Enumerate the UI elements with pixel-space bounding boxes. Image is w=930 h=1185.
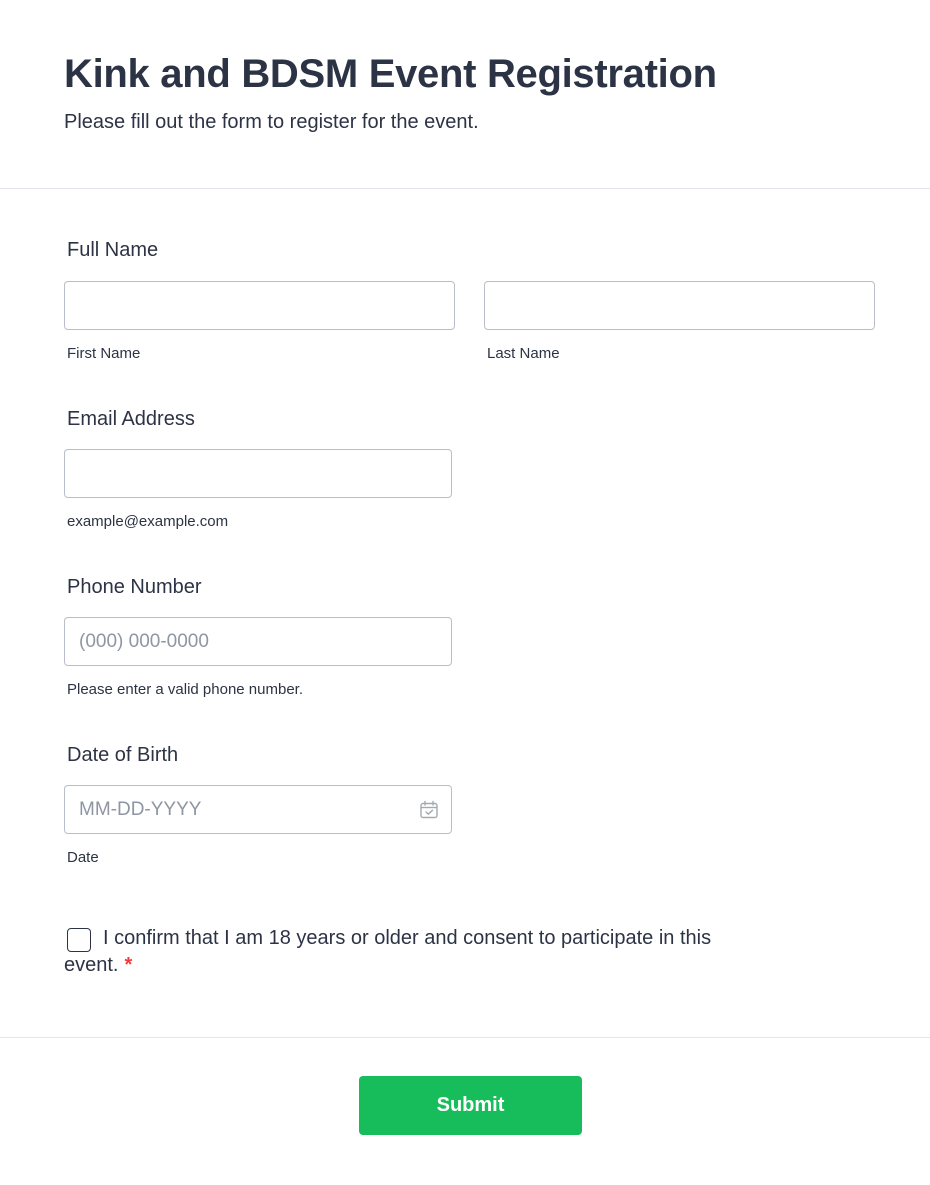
calendar-icon[interactable] (419, 800, 439, 820)
phone-label: Phone Number (67, 576, 202, 598)
page-title: Kink and BDSM Event Registration (64, 52, 717, 96)
dob-sublabel: Date (67, 849, 99, 866)
form-header: Kink and BDSM Event Registration Please … (0, 0, 930, 189)
dob-label: Date of Birth (67, 744, 179, 766)
first-name-sublabel: First Name (67, 345, 141, 362)
full-name-label: Full Name (67, 239, 159, 261)
submit-button[interactable]: Submit (359, 1076, 582, 1135)
consent-text-continued: event. * (64, 954, 132, 977)
last-name-sublabel: Last Name (487, 345, 560, 362)
consent-text-end: event. (64, 954, 119, 976)
consent-checkbox[interactable] (67, 928, 91, 952)
email-label: Email Address (67, 408, 195, 430)
footer-divider (0, 1037, 930, 1038)
consent-text: I confirm that I am 18 years or older an… (103, 927, 712, 949)
dob-input[interactable] (64, 785, 452, 834)
first-name-input[interactable] (64, 281, 455, 330)
last-name-input[interactable] (484, 281, 875, 330)
phone-input[interactable] (64, 617, 452, 666)
email-sublabel: example@example.com (67, 513, 229, 530)
phone-sublabel: Please enter a valid phone number. (67, 681, 303, 698)
page-subtitle: Please fill out the form to register for… (64, 111, 479, 133)
required-marker: * (124, 954, 133, 976)
email-input[interactable] (64, 449, 452, 498)
